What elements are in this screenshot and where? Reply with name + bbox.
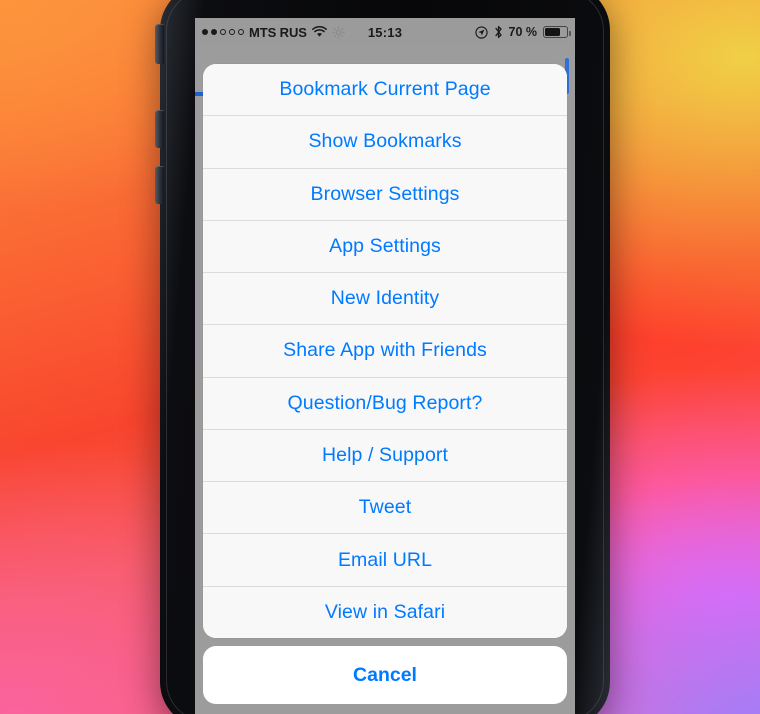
action-item-app-settings[interactable]: App Settings bbox=[203, 220, 567, 274]
status-bar-left: MTS RUS bbox=[202, 25, 385, 40]
silent-switch-button[interactable] bbox=[155, 24, 164, 64]
action-sheet: Bookmark Current Page Show Bookmarks Bro… bbox=[203, 64, 567, 704]
bluetooth-icon bbox=[494, 25, 503, 39]
action-item-help-support[interactable]: Help / Support bbox=[203, 429, 567, 483]
phone-screen: MTS RUS 15:13 70 % Bookmark Current Page… bbox=[195, 18, 575, 714]
brightness-sun-icon bbox=[331, 25, 345, 39]
action-item-browser-settings[interactable]: Browser Settings bbox=[203, 168, 567, 221]
battery-icon bbox=[543, 26, 571, 38]
action-item-email-url[interactable]: Email URL bbox=[203, 534, 567, 587]
phone-device: MTS RUS 15:13 70 % Bookmark Current Page… bbox=[155, 0, 610, 714]
signal-strength-icon bbox=[202, 29, 244, 35]
action-item-question-bug-report[interactable]: Question/Bug Report? bbox=[203, 377, 567, 430]
cancel-button[interactable]: Cancel bbox=[203, 646, 567, 704]
wifi-icon bbox=[311, 26, 327, 38]
action-sheet-options-group: Bookmark Current Page Show Bookmarks Bro… bbox=[203, 64, 567, 638]
location-arrow-icon bbox=[474, 25, 488, 39]
volume-down-button[interactable] bbox=[155, 166, 164, 204]
action-item-show-bookmarks[interactable]: Show Bookmarks bbox=[203, 116, 567, 169]
action-item-new-identity[interactable]: New Identity bbox=[203, 273, 567, 326]
dimmed-webview-backdrop[interactable]: Bookmark Current Page Show Bookmarks Bro… bbox=[195, 46, 575, 714]
carrier-label: MTS RUS bbox=[249, 24, 307, 40]
status-bar-right: 70 % bbox=[385, 25, 571, 39]
action-item-share-app-with-friends[interactable]: Share App with Friends bbox=[203, 325, 567, 378]
volume-up-button[interactable] bbox=[155, 110, 164, 148]
battery-percent-label: 70 % bbox=[508, 25, 538, 39]
action-item-view-in-safari[interactable]: View in Safari bbox=[203, 586, 567, 638]
action-item-tweet[interactable]: Tweet bbox=[203, 482, 567, 535]
action-item-bookmark-current-page[interactable]: Bookmark Current Page bbox=[203, 64, 567, 117]
status-bar: MTS RUS 15:13 70 % bbox=[195, 18, 575, 46]
